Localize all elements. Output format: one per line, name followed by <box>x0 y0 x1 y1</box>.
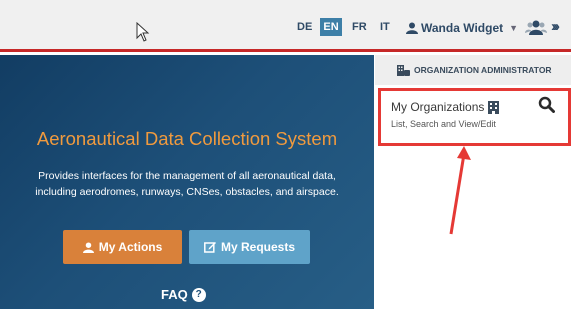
language-de[interactable]: DE <box>297 21 312 33</box>
top-bar: DE EN FR IT Wanda Widget ▼ ››› <box>0 0 571 52</box>
faq-link[interactable]: FAQ ? <box>161 287 206 302</box>
caret-down-icon: ▼ <box>509 23 519 33</box>
organization-administrator-header: ORGANIZATION ADMINISTRATOR <box>375 55 571 85</box>
annotation-arrow <box>449 146 471 235</box>
mouse-cursor-icon <box>136 22 150 42</box>
user-icon <box>406 22 418 34</box>
building-icon <box>488 101 499 114</box>
search-icon[interactable] <box>538 96 555 113</box>
hero-title: Aeronautical Data Collection System <box>36 128 338 149</box>
my-organizations-subtitle: List, Search and View/Edit <box>391 119 496 129</box>
faq-label: FAQ <box>161 287 188 302</box>
user-name: Wanda Widget <box>421 21 504 35</box>
hero-description: Provides interfaces for the management o… <box>35 170 339 198</box>
double-chevron-right-icon[interactable]: ››› <box>551 18 560 35</box>
hero-panel: Aeronautical Data Collection System Prov… <box>0 55 374 309</box>
my-organizations-card[interactable]: My Organizations List, Search and View/E… <box>378 88 571 146</box>
edit-icon <box>204 242 216 253</box>
my-organizations-title: My Organizations <box>391 100 485 114</box>
organization-administrator-label: ORGANIZATION ADMINISTRATOR <box>414 65 552 75</box>
question-circle-icon: ? <box>191 287 206 302</box>
user-icon <box>82 241 94 253</box>
my-requests-button[interactable]: My Requests <box>189 230 310 264</box>
user-menu[interactable]: Wanda Widget ▼ <box>406 19 518 37</box>
my-actions-button[interactable]: My Actions <box>63 230 182 264</box>
organization-admin-icon <box>397 64 410 76</box>
users-roles-icon[interactable] <box>525 18 547 38</box>
my-requests-label: My Requests <box>220 240 296 254</box>
my-actions-label: My Actions <box>98 240 163 254</box>
language-fr[interactable]: FR <box>352 21 367 33</box>
language-it[interactable]: IT <box>380 21 390 33</box>
language-en-selected[interactable]: EN <box>320 18 342 36</box>
